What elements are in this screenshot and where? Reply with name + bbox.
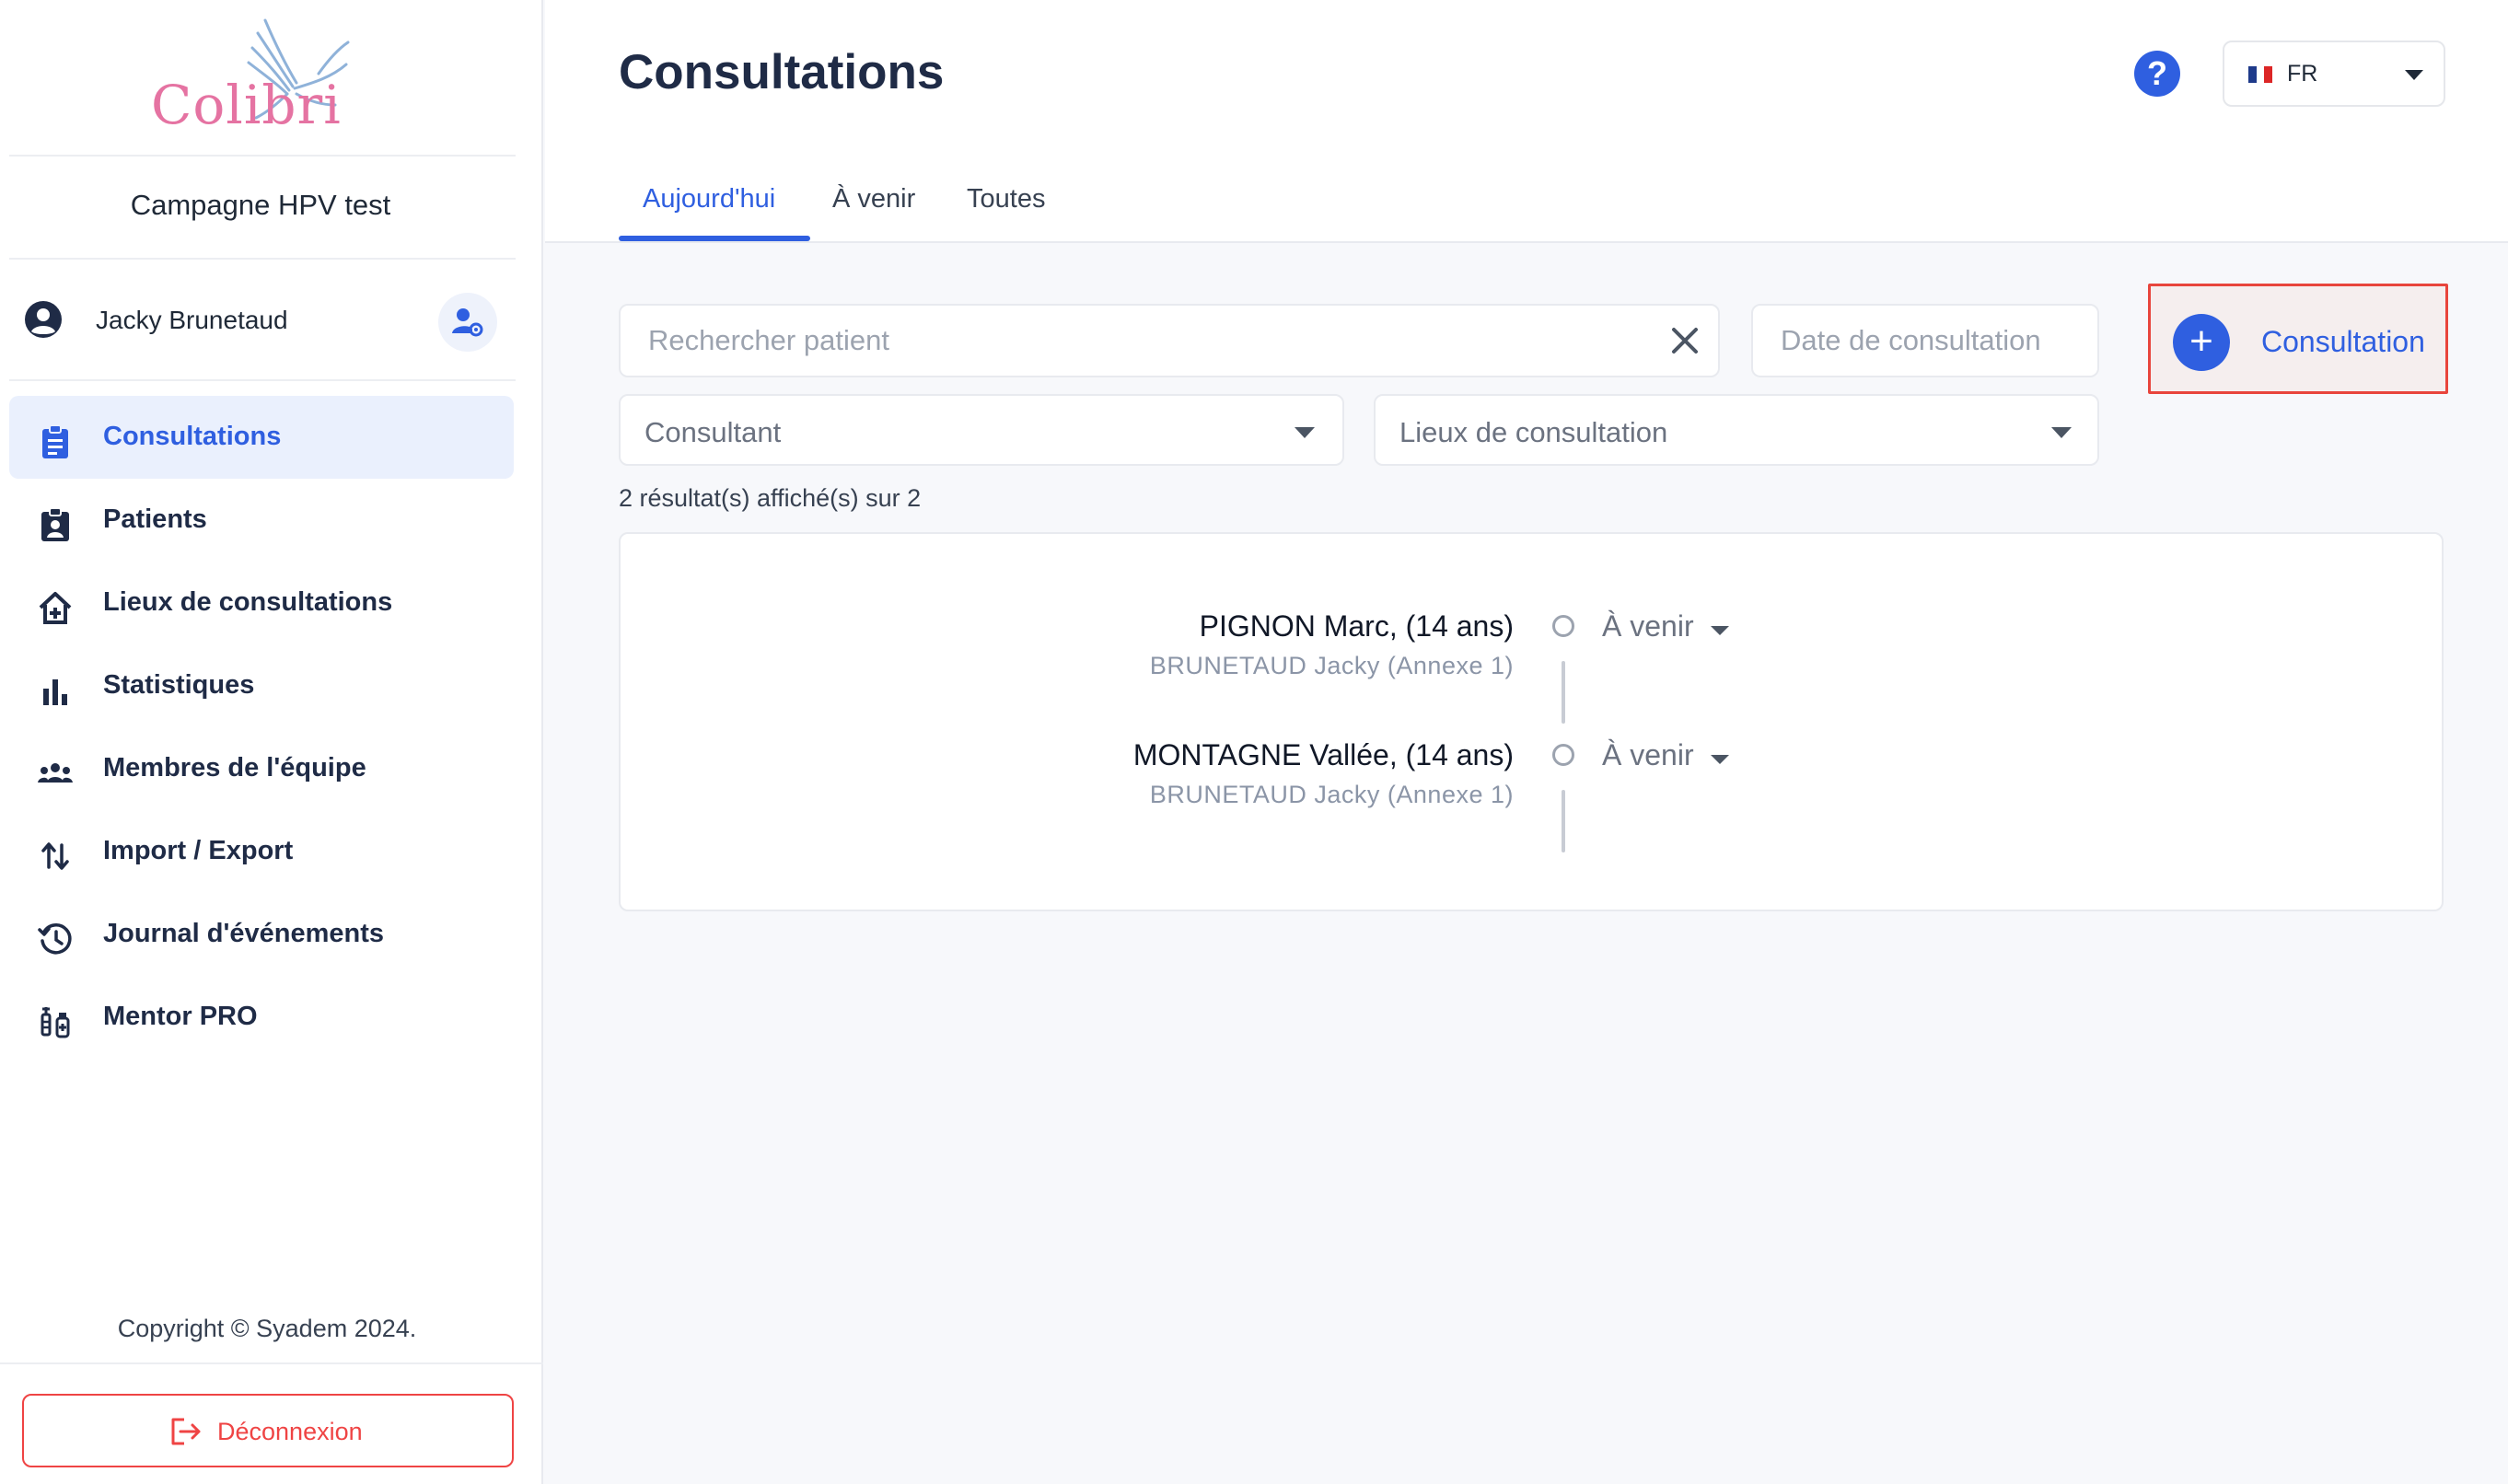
sidebar-item-label: Import / Export (103, 836, 294, 865)
copyright: Copyright © Syadem 2024. (117, 1315, 417, 1342)
add-consultation-label: Consultation (2261, 325, 2425, 358)
sidebar-item-mentor-pro[interactable]: Mentor PRO (9, 976, 514, 1059)
help-button[interactable]: ? (2134, 51, 2180, 97)
user-name: Jacky Brunetaud (96, 306, 288, 334)
help-icon: ? (2147, 54, 2167, 92)
consultant-name: BRUNETAUD Jacky (Annexe 1) (1149, 781, 1514, 808)
list-item[interactable]: MONTAGNE Vallée, (14 ans) BRUNETAUD Jack… (621, 663, 2445, 852)
sidebar-item-patients[interactable]: Patients (9, 479, 514, 562)
divider (9, 155, 516, 157)
timeline-connector (1562, 790, 1565, 852)
sidebar-item-label: Lieux de consultations (103, 587, 393, 617)
language-code: FR (2287, 61, 2318, 87)
sidebar-nav: Consultations Patients Lieux de consulta… (9, 396, 514, 1059)
sidebar-item-label: Journal d'événements (103, 919, 385, 948)
sidebar-item-journal[interactable]: Journal d'événements (9, 893, 514, 976)
consultant-select[interactable]: Consultant (619, 394, 1344, 466)
sidebar-item-consultations[interactable]: Consultations (9, 396, 514, 479)
clipboard-icon (42, 424, 68, 458)
date-input[interactable] (1753, 306, 2097, 376)
patient-name[interactable]: PIGNON Marc, (14 ans) (1200, 609, 1514, 643)
divider (9, 379, 516, 381)
tab-toutes[interactable]: Toutes (967, 184, 1045, 214)
sidebar-item-label: Membres de l'équipe (103, 753, 366, 783)
user-avatar-icon (25, 301, 62, 338)
chevron-down-icon (1295, 427, 1315, 438)
user-settings-button[interactable] (438, 293, 497, 352)
user-row: Jacky Brunetaud (24, 293, 503, 352)
plus-icon: + (2173, 314, 2230, 371)
consultant-placeholder: Consultant (644, 416, 782, 448)
user-gear-icon (452, 308, 483, 337)
date-field (1751, 304, 2099, 377)
location-placeholder: Lieux de consultation (1399, 416, 1668, 448)
close-icon[interactable] (1668, 324, 1701, 357)
patient-name[interactable]: MONTAGNE Vallée, (14 ans) (1133, 738, 1514, 772)
tab-aujourdhui[interactable]: Aujourd'hui (643, 184, 775, 214)
location-select[interactable]: Lieux de consultation (1374, 394, 2099, 466)
home-plus-icon (39, 592, 72, 624)
status-dropdown[interactable]: À venir (1602, 609, 1694, 643)
sidebar-item-label: Consultations (103, 422, 282, 451)
divider (9, 258, 516, 260)
logout-label: Déconnexion (217, 1418, 363, 1445)
campaign-name: Campagne HPV test (130, 189, 391, 221)
timeline-dot-icon (1552, 615, 1574, 637)
divider (0, 1362, 543, 1364)
chevron-down-icon (2051, 427, 2072, 438)
france-flag-icon (2248, 66, 2273, 83)
chevron-down-icon[interactable] (1711, 626, 1729, 635)
sidebar-item-lieux[interactable]: Lieux de consultations (9, 562, 514, 644)
page-title: Consultations (619, 45, 945, 99)
results-count: 2 résultat(s) affiché(s) sur 2 (619, 484, 922, 512)
history-icon (38, 923, 72, 955)
search-input[interactable] (621, 306, 1718, 376)
vaccine-icon (41, 1007, 70, 1038)
active-tab-indicator (619, 236, 810, 241)
chevron-down-icon[interactable] (1711, 755, 1729, 764)
page-header: Consultations ? FR Aujourd'hui À venir T… (545, 0, 2508, 243)
team-icon (38, 763, 73, 783)
sidebar-item-statistiques[interactable]: Statistiques (9, 644, 514, 727)
logo-text: Colibri (151, 74, 342, 136)
sidebar: Colibri Campagne HPV test Jacky Brunetau… (0, 0, 543, 1484)
swap-vertical-icon (41, 842, 69, 870)
search-field (619, 304, 1720, 377)
sidebar-item-import-export[interactable]: Import / Export (9, 810, 514, 893)
sidebar-item-label: Patients (103, 504, 207, 534)
chevron-down-icon (2405, 70, 2423, 80)
add-consultation-button[interactable]: + Consultation (2148, 284, 2448, 394)
list-item[interactable]: PIGNON Marc, (14 ans) BRUNETAUD Jacky (A… (621, 534, 2445, 724)
logout-button[interactable]: Déconnexion (22, 1394, 514, 1467)
tab-a-venir[interactable]: À venir (832, 184, 915, 214)
logout-icon (171, 1418, 201, 1445)
sidebar-item-label: Mentor PRO (103, 1002, 258, 1031)
sidebar-item-label: Statistiques (103, 670, 255, 700)
language-select[interactable]: FR (2223, 41, 2445, 107)
consultations-list: PIGNON Marc, (14 ans) BRUNETAUD Jacky (A… (619, 532, 2444, 911)
status-dropdown[interactable]: À venir (1602, 738, 1694, 772)
timeline-dot-icon (1552, 744, 1574, 766)
bar-chart-icon (43, 679, 67, 705)
patient-badge-icon (41, 507, 69, 541)
sidebar-item-membres[interactable]: Membres de l'équipe (9, 727, 514, 810)
colibri-logo[interactable]: Colibri (138, 9, 368, 138)
